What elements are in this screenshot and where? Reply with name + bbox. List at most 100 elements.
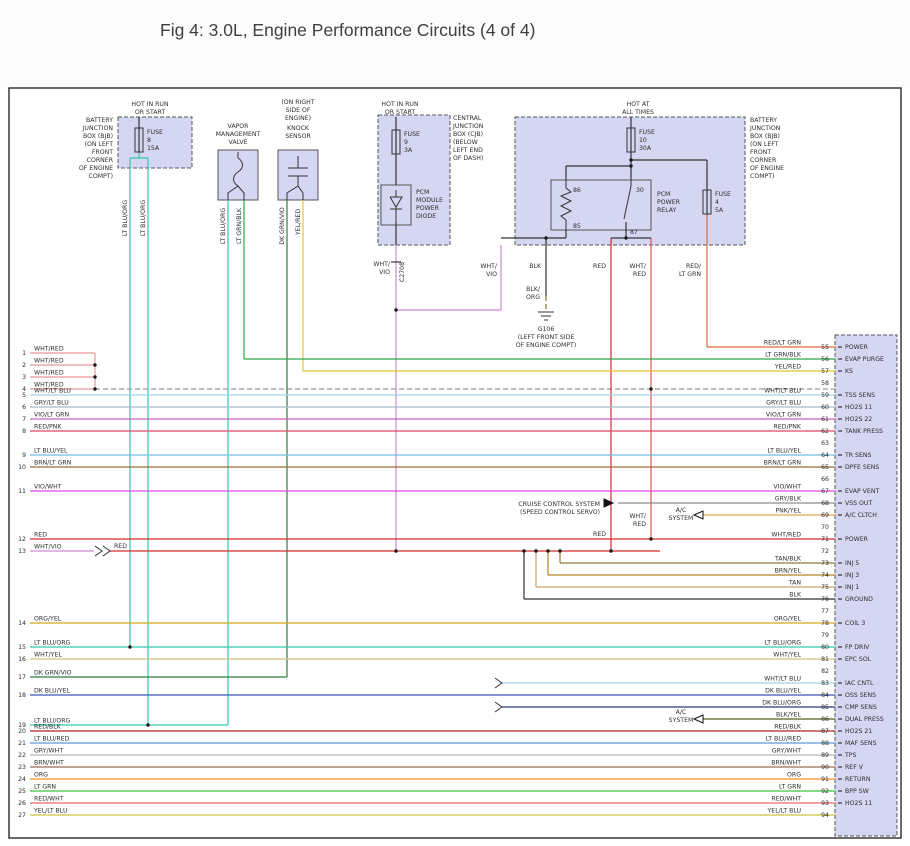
pcm-pin-number: 68 (821, 500, 829, 507)
wire-color-label: VIO/LT GRN (34, 412, 69, 419)
diagram-label: JUNCTION (82, 125, 114, 132)
pcm-pin-function: POWER (845, 344, 869, 351)
left-pin-number: 3 (22, 374, 26, 381)
left-pin-number: 14 (18, 620, 26, 627)
diagram-label: COMPT) (750, 173, 774, 180)
wire-color-label: RED/BLK (34, 724, 62, 731)
diagram-label: SYSTEM (669, 717, 694, 724)
diagram-label: JUNCTION (749, 125, 781, 132)
left-pin-number: 20 (18, 728, 26, 735)
pcm-pin-function: INJ 1 (845, 584, 859, 591)
diagram-label: VAPOR (228, 123, 250, 130)
wire-color-label: GRY/WHT (772, 748, 801, 755)
diagram-label: ENGINE) (285, 115, 311, 122)
pcm-pin-function: EPC SOL (845, 656, 872, 663)
wire-color-label: WHT/VIO (34, 544, 62, 551)
diagram-label: 9 (404, 139, 408, 146)
diagram-label: RELAY (657, 207, 677, 214)
pcm-pin-number: 65 (821, 464, 829, 471)
wire-color-label: YEL/LT BLU (33, 808, 67, 815)
pcm-pin-function: TPS (844, 752, 857, 759)
wiring-diagram-page: Fig 4: 3.0L, Engine Performance Circuits… (0, 0, 910, 846)
pcm-pin-number: 91 (821, 776, 829, 783)
diagram-label: FRONT (92, 149, 113, 156)
wire-color-label: WHT/LT BLU (34, 388, 71, 395)
diagram-label: BATTERY (86, 117, 113, 124)
junction-dot (93, 363, 96, 366)
diagram-label: 3A (404, 147, 413, 154)
left-pin-number: 6 (22, 404, 26, 411)
diagram-label: 30A (639, 145, 652, 152)
diagram-label: FUSE (639, 129, 655, 136)
wire-color-label: RED (34, 532, 47, 539)
diagram-label: (ON LEFT (85, 141, 114, 148)
wire-color-label: RED/PNK (774, 424, 802, 431)
diagram-label: HOT IN RUN (381, 101, 419, 108)
left-pin-number: 12 (18, 536, 26, 543)
wire-color-label: DK BLU/YEL (765, 688, 801, 695)
diagram-label: A/C (676, 507, 687, 514)
pcm-pin-number: 57 (821, 368, 829, 375)
junction-dot (649, 537, 652, 540)
pcm-pin-number: 58 (821, 380, 829, 387)
pcm-pin-number: 93 (821, 800, 829, 807)
pcm-pin-function: TANK PRESS (844, 428, 883, 435)
pcm-pin-function: TR SENS (844, 452, 872, 459)
wire-color-label: ORG/YEL (34, 616, 62, 623)
wire-color-label: YEL/RED (774, 364, 801, 371)
pcm-pin-function: KS (845, 368, 853, 375)
pcm-pin-function: TSS SENS (844, 392, 875, 399)
pcm-pin-number: 86 (821, 716, 829, 723)
wire-color-label: LT BLU/RED (766, 736, 802, 743)
pcm-pin-function: HO2S 11 (845, 800, 872, 807)
diagram-label: RED (593, 531, 606, 538)
battery-junction-box-right (515, 117, 745, 245)
left-pin-number: 17 (18, 674, 26, 681)
diagram-label: 86 (573, 187, 581, 194)
diagram-label: BOX (BJB) (750, 133, 780, 140)
diagram-label: VALVE (229, 139, 248, 146)
diagram-label: SENSOR (285, 133, 311, 140)
left-pin-number: 23 (18, 764, 26, 771)
pcm-pin-number: 75 (821, 584, 829, 591)
diagram-label: 87 (630, 229, 638, 236)
diagram-label: 8 (147, 137, 151, 144)
pcm-pin-function: IAC CNTL (845, 680, 874, 687)
pcm-pin-function: HO2S 22 (845, 416, 872, 423)
diagram-label: KNOCK (287, 125, 310, 132)
left-pin-number: 15 (18, 644, 26, 651)
wire-color-label: WHT/LT BLU (764, 676, 801, 683)
diagram-label: WHT/ (373, 261, 391, 268)
wire-color-label: GRY/WHT (34, 748, 63, 755)
diagram-label: OF ENGINE (750, 165, 784, 172)
diagram-label: MODULE (416, 197, 443, 204)
battery-junction-box-left (118, 117, 192, 168)
pcm-pin-number: 74 (821, 572, 829, 579)
wire-color-label: LT BLU/ORG (765, 640, 802, 647)
wire-color-label: BRN/WHT (771, 760, 801, 767)
diagram-label: OF ENGINE COMPT) (516, 342, 577, 349)
left-pin-number: 1 (22, 350, 26, 357)
junction-dot (146, 723, 149, 726)
left-pin-number: 22 (18, 752, 26, 759)
junction-dot (522, 549, 525, 552)
pcm-pin-number: 73 (821, 560, 829, 567)
wire-color-label: VIO/WHT (773, 484, 801, 491)
diagram-label: CENTRAL (453, 115, 482, 122)
pcm-pin-number: 79 (821, 632, 829, 639)
wire-color-label: GRY/BLK (775, 496, 802, 503)
diagram-label: POWER (657, 199, 681, 206)
junction-dot (558, 549, 561, 552)
pcm-pin-function: HO2S 11 (845, 404, 872, 411)
wire-color-label: LT GRN (779, 784, 801, 791)
pcm-pin-number: 81 (821, 656, 829, 663)
diagram-label: (BELOW (453, 139, 478, 146)
left-pin-number: 7 (22, 416, 26, 423)
junction-dot (629, 164, 632, 167)
junction-dot (609, 549, 612, 552)
diagram-label: FUSE (404, 131, 420, 138)
pcm-pin-number: 72 (821, 548, 829, 555)
pcm-pin-number: 62 (821, 428, 829, 435)
pcm-pin-number: 80 (821, 644, 829, 651)
left-pin-number: 24 (18, 776, 26, 783)
